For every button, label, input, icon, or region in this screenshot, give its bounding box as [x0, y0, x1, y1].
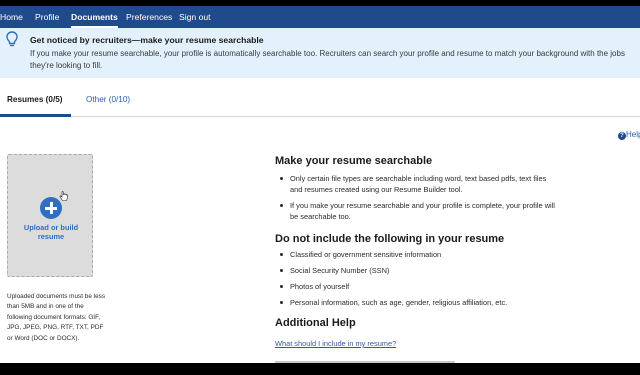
list-item: Photos of yourself [275, 281, 555, 292]
help-label: Help [626, 130, 640, 139]
hand-cursor-icon [59, 191, 68, 201]
heading-additional-help: Additional Help [275, 317, 356, 329]
document-tabs: Resumes (0/5) Other (0/10) [0, 78, 640, 117]
tab-resumes[interactable]: Resumes (0/5) [7, 95, 63, 104]
tab-other[interactable]: Other (0/10) [86, 95, 130, 104]
nav-sign-out[interactable]: Sign out [179, 6, 211, 28]
list-item: Classified or government sensitive infor… [275, 249, 555, 260]
upload-resume-button[interactable]: Upload or build resume [7, 154, 93, 277]
help-link[interactable]: ?Help [618, 130, 640, 140]
list-item: Social Security Number (SSN) [275, 265, 555, 276]
help-icon: ? [618, 132, 626, 140]
active-tab-indicator [0, 114, 71, 117]
heading-searchable: Make your resume searchable [275, 155, 433, 167]
nav-preferences[interactable]: Preferences [126, 6, 172, 28]
what-to-include-link[interactable]: What should I include in my resume? [275, 339, 396, 348]
heading-exclude: Do not include the following in your res… [275, 233, 505, 245]
list-item: If you make your resume searchable and y… [275, 200, 555, 222]
nav-profile[interactable]: Profile [35, 6, 59, 28]
upload-requirements: Uploaded documents must be less than 5MB… [7, 293, 106, 342]
nav-documents[interactable]: Documents [71, 6, 118, 28]
searchable-banner: Get noticed by recruiters—make your resu… [0, 28, 640, 78]
lightbulb-icon [6, 31, 18, 47]
list-item: Only certain file types are searchable i… [275, 173, 555, 195]
cut-off-link[interactable] [275, 361, 455, 363]
nav-home[interactable]: Home [0, 6, 23, 28]
banner-title: Get noticed by recruiters—make your resu… [30, 35, 264, 45]
top-nav: Home Profile Documents Preferences Sign … [0, 6, 640, 28]
page-frame: Home Profile Documents Preferences Sign … [0, 6, 640, 363]
list-item: Personal information, such as age, gende… [275, 297, 555, 308]
banner-body: If you make your resume searchable, your… [30, 49, 625, 70]
upload-label: Upload or build resume [23, 223, 79, 241]
